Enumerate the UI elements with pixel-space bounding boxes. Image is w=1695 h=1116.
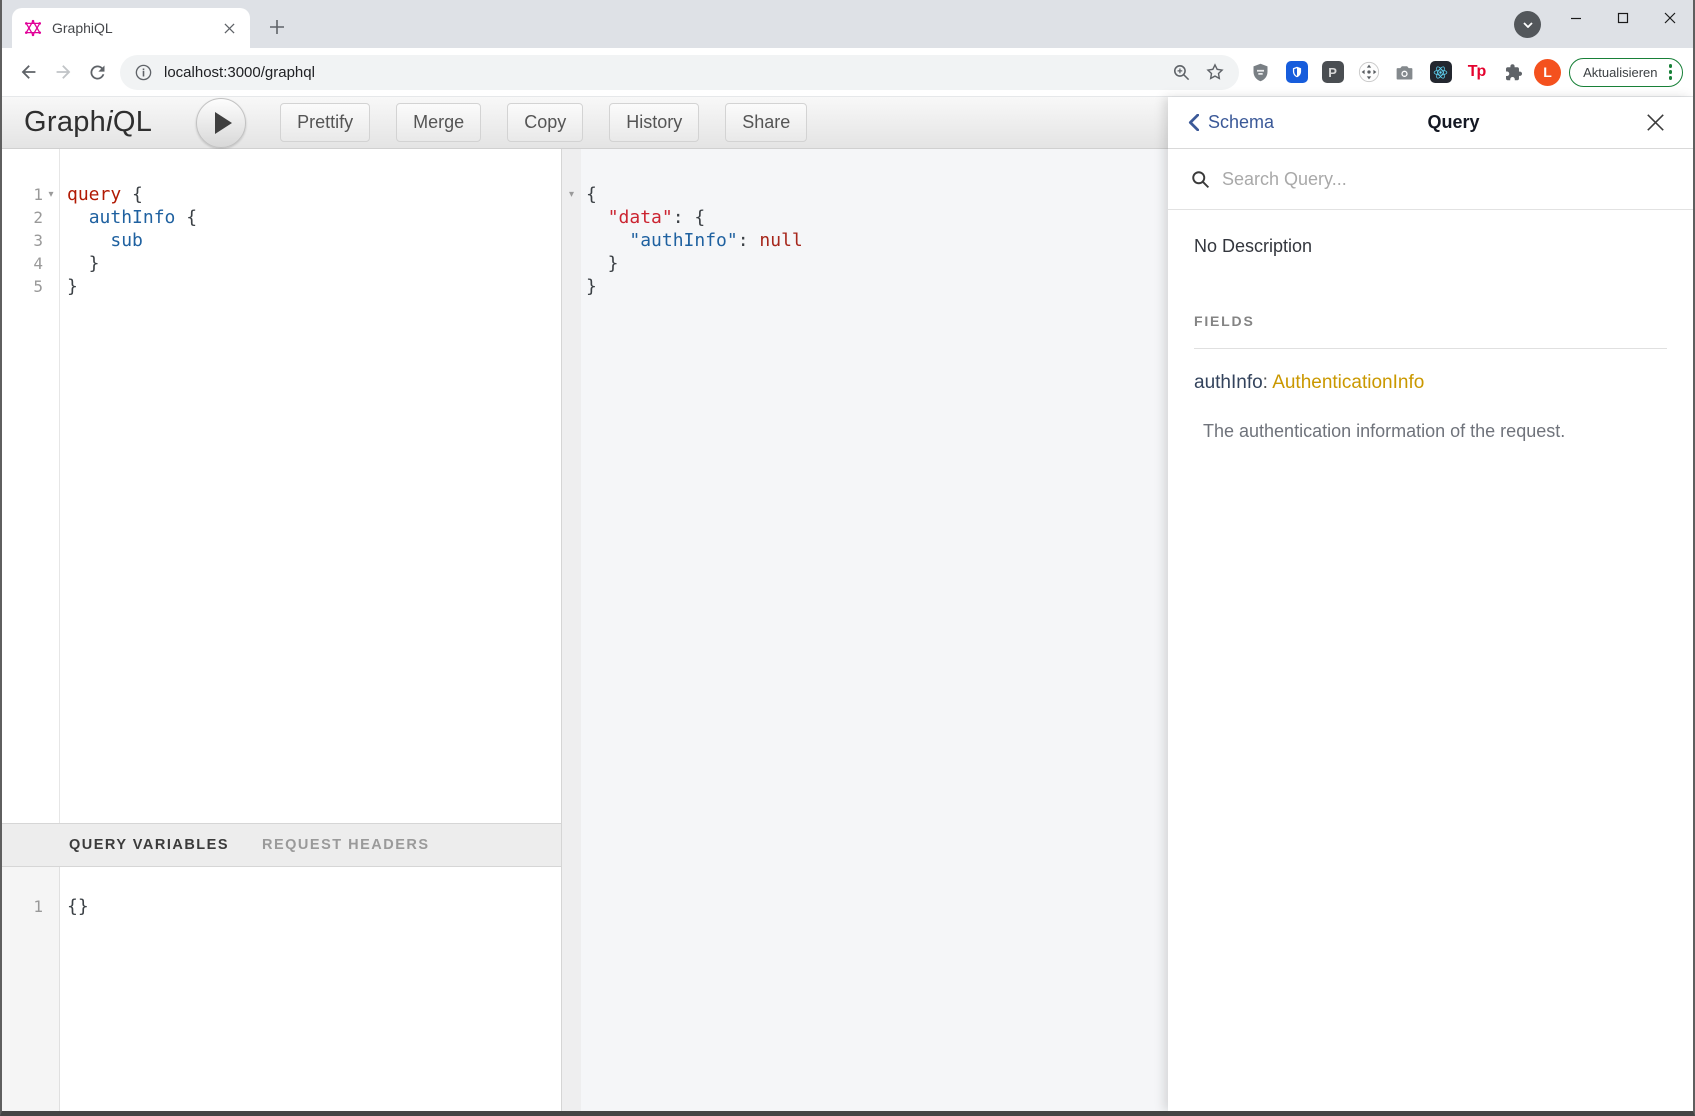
doc-search-row bbox=[1168, 149, 1693, 210]
doc-back-link[interactable]: Schema bbox=[1188, 112, 1274, 133]
update-label: Aktualisieren bbox=[1583, 65, 1657, 80]
site-info-icon[interactable] bbox=[134, 63, 153, 82]
minimize-button[interactable] bbox=[1552, 0, 1599, 36]
secondary-editor-tabs: QUERY VARIABLES REQUEST HEADERS bbox=[2, 823, 561, 867]
query-editor: 1▾2345 query { authInfo { sub }} bbox=[2, 149, 561, 823]
doc-type-name-link[interactable]: AuthenticationInfo bbox=[1272, 372, 1424, 393]
execute-query-button[interactable] bbox=[196, 98, 246, 148]
result-viewer-code: { "data": { "authInfo": null }} bbox=[581, 149, 803, 1111]
doc-search-input[interactable] bbox=[1222, 169, 1669, 190]
variables-editor: 1 {} bbox=[2, 867, 561, 1111]
shield-icon[interactable] bbox=[1247, 59, 1274, 86]
new-tab-button[interactable] bbox=[262, 12, 292, 42]
window-controls bbox=[1552, 0, 1693, 36]
graphiql-logo: GraphiQL bbox=[24, 106, 152, 139]
doc-field-description: The authentication information of the re… bbox=[1203, 421, 1667, 442]
extensions-row: P Tp bbox=[1247, 59, 1526, 86]
doc-close-icon[interactable] bbox=[1641, 109, 1669, 137]
reload-icon[interactable] bbox=[80, 55, 114, 89]
query-editor-code[interactable]: query { authInfo { sub }} bbox=[60, 149, 197, 823]
query-editor-gutter[interactable]: 1▾2345 bbox=[2, 149, 60, 823]
variables-editor-gutter[interactable]: 1 bbox=[2, 867, 60, 1111]
move-circle-icon[interactable] bbox=[1355, 59, 1382, 86]
bitwarden-icon[interactable] bbox=[1283, 59, 1310, 86]
address-bar[interactable]: localhost:3000/graphql bbox=[120, 55, 1239, 90]
graphiql-app: GraphiQL Prettify Merge Copy History Sha… bbox=[2, 97, 1693, 1111]
doc-field-name-link[interactable]: authInfo bbox=[1194, 372, 1263, 393]
doc-explorer: Schema Query No Description FIELDS authI… bbox=[1168, 97, 1693, 1111]
tab-search-button[interactable] bbox=[1514, 11, 1541, 38]
url-text[interactable]: localhost:3000/graphql bbox=[164, 64, 315, 81]
graphiql-toolbar: GraphiQL Prettify Merge Copy History Sha… bbox=[2, 97, 1168, 149]
tab-strip: GraphiQL bbox=[2, 0, 1693, 48]
graphql-favicon-icon bbox=[24, 19, 42, 37]
result-pane: ▾ { "data": { "authInfo": null }} bbox=[562, 149, 1168, 1111]
react-devtools-icon[interactable] bbox=[1427, 59, 1454, 86]
kebab-menu-icon[interactable] bbox=[1665, 64, 1677, 80]
camera-icon[interactable] bbox=[1391, 59, 1418, 86]
doc-back-label: Schema bbox=[1208, 112, 1274, 133]
chevron-left-icon bbox=[1188, 114, 1199, 131]
forward-icon[interactable] bbox=[46, 55, 80, 89]
doc-explorer-header: Schema Query bbox=[1168, 97, 1693, 149]
variables-editor-code[interactable]: {} bbox=[60, 867, 89, 1111]
doc-title: Query bbox=[1274, 112, 1641, 133]
share-button[interactable]: Share bbox=[725, 103, 807, 142]
doc-body: No Description FIELDS authInfo: Authenti… bbox=[1168, 210, 1693, 442]
tp-badge-icon[interactable]: Tp bbox=[1463, 59, 1490, 86]
close-window-button[interactable] bbox=[1646, 0, 1693, 36]
p-badge-icon[interactable]: P bbox=[1319, 59, 1346, 86]
zoom-page-icon[interactable] bbox=[1172, 63, 1191, 82]
play-icon bbox=[215, 112, 232, 134]
browser-window: GraphiQL bbox=[0, 0, 1695, 1116]
tab-close-icon[interactable] bbox=[218, 17, 240, 39]
browser-toolbar: localhost:3000/graphql P bbox=[2, 48, 1693, 97]
history-button[interactable]: History bbox=[609, 103, 699, 142]
search-icon bbox=[1190, 169, 1211, 190]
tab-title: GraphiQL bbox=[52, 20, 218, 36]
tab-query-variables[interactable]: QUERY VARIABLES bbox=[69, 837, 229, 853]
profile-avatar[interactable]: L bbox=[1534, 59, 1561, 86]
prettify-button[interactable]: Prettify bbox=[280, 103, 370, 142]
tab-request-headers[interactable]: REQUEST HEADERS bbox=[262, 837, 430, 853]
copy-button[interactable]: Copy bbox=[507, 103, 583, 142]
doc-fields-section-title: FIELDS bbox=[1194, 313, 1667, 349]
bookmark-star-icon[interactable] bbox=[1205, 62, 1225, 82]
browser-tab[interactable]: GraphiQL bbox=[12, 8, 250, 48]
maximize-button[interactable] bbox=[1599, 0, 1646, 36]
doc-no-description: No Description bbox=[1194, 236, 1667, 257]
query-pane: 1▾2345 query { authInfo { sub }} QUERY V… bbox=[2, 149, 562, 1111]
back-icon[interactable] bbox=[12, 55, 46, 89]
result-fold-gutter[interactable]: ▾ bbox=[562, 149, 581, 1111]
doc-field-row: authInfo: AuthenticationInfo bbox=[1194, 372, 1667, 394]
merge-button[interactable]: Merge bbox=[396, 103, 481, 142]
browser-menu-update-button[interactable]: Aktualisieren bbox=[1569, 58, 1683, 87]
puzzle-icon[interactable] bbox=[1499, 59, 1526, 86]
